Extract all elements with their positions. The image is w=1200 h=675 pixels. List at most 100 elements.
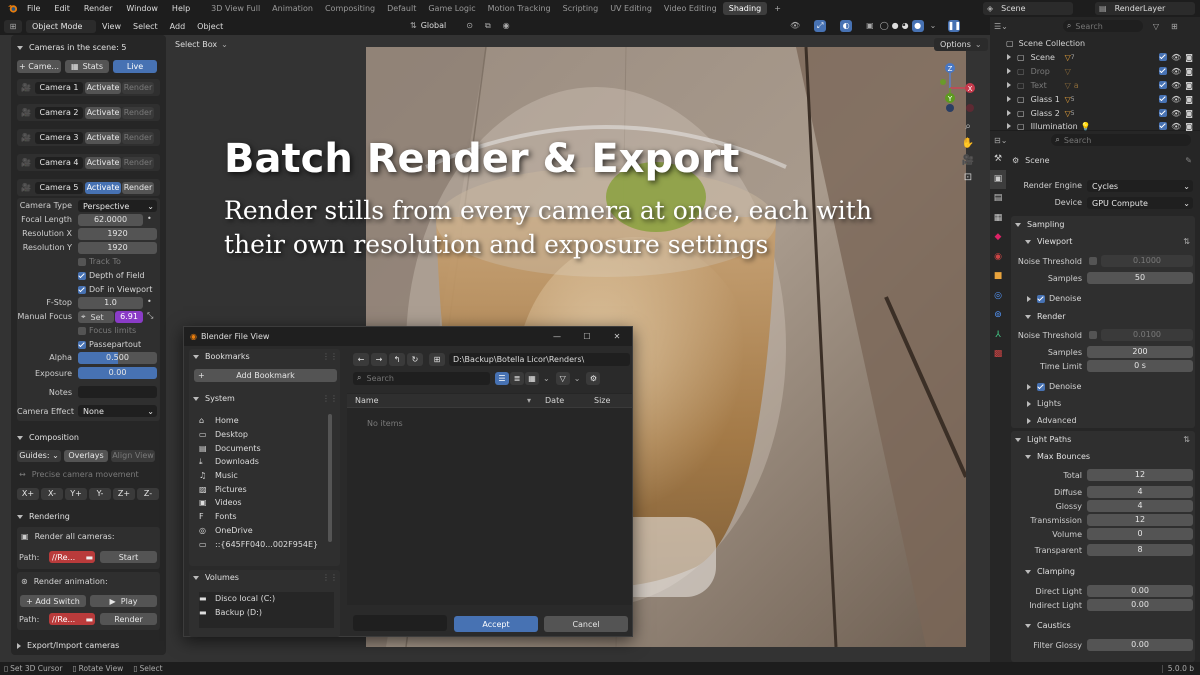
- outliner-search-input[interactable]: [1075, 21, 1136, 31]
- column-size[interactable]: Size: [594, 396, 610, 405]
- tab-video-editing[interactable]: Video Editing: [658, 4, 723, 13]
- search-field[interactable]: ⌕: [353, 371, 490, 385]
- render-engine-dropdown[interactable]: Cycles ⌄: [1087, 180, 1193, 192]
- physics-properties-icon[interactable]: ◎: [990, 287, 1006, 307]
- resolution-y-field[interactable]: 1920: [78, 242, 157, 254]
- parent-directory-icon[interactable]: ↰: [389, 352, 405, 366]
- column-name[interactable]: Name: [355, 396, 527, 405]
- system-scrollbar[interactable]: [328, 414, 332, 542]
- forward-arrow-icon[interactable]: →: [371, 352, 387, 366]
- thumbnail-view-icon[interactable]: ▦: [525, 371, 539, 385]
- filter-icon[interactable]: ▽: [1153, 22, 1159, 31]
- pan-hand-icon[interactable]: ✋: [961, 135, 975, 152]
- visibility-icon[interactable]: 👁: [790, 21, 800, 30]
- properties-search[interactable]: ⌕: [1051, 134, 1192, 146]
- checkbox-checked[interactable]: [1159, 53, 1168, 61]
- bounce-transparent-field[interactable]: 8: [1087, 544, 1193, 556]
- lock-icon[interactable]: ⊡: [961, 169, 975, 186]
- eye-icon[interactable]: 👁: [1171, 53, 1181, 62]
- keyframe-dot-icon[interactable]: •: [147, 214, 152, 223]
- guides-dropdown[interactable]: Guides: ⌄: [17, 449, 61, 462]
- render-camera-button[interactable]: Render: [122, 81, 154, 94]
- eye-icon[interactable]: 👁: [1171, 67, 1181, 76]
- keyframe-dot-icon[interactable]: •: [147, 297, 152, 306]
- maximize-icon[interactable]: ☐: [572, 332, 602, 341]
- list-item[interactable]: ▬ Backup (D:): [199, 606, 334, 620]
- tab-3d-view-full[interactable]: 3D View Full: [205, 4, 266, 13]
- pivot-icon[interactable]: ⊙: [466, 21, 473, 30]
- list-item[interactable]: ♫ Music: [199, 469, 324, 483]
- camera-icon[interactable]: ◙: [1185, 81, 1193, 90]
- set-focus-button[interactable]: ⌖ Set: [78, 311, 114, 323]
- menu-file[interactable]: File: [20, 4, 47, 13]
- outliner-row-collection[interactable]: ▢ Scene Collection: [1003, 36, 1193, 50]
- live-button[interactable]: Live: [113, 60, 157, 73]
- column-date[interactable]: Date: [545, 396, 594, 405]
- chevron-down-icon[interactable]: ⌄: [574, 374, 581, 383]
- render-properties-icon[interactable]: ▣: [990, 169, 1006, 189]
- search-input[interactable]: [366, 373, 477, 383]
- r-denoise-row[interactable]: Denoise: [1027, 382, 1081, 391]
- bounce-glossy-field[interactable]: 4: [1087, 500, 1193, 512]
- world-properties-icon[interactable]: ◉: [990, 248, 1006, 268]
- max-bounces-header[interactable]: Max Bounces: [1025, 449, 1190, 464]
- camera-icon[interactable]: ◙: [1185, 109, 1193, 118]
- activate-camera-button[interactable]: Activate: [85, 106, 121, 119]
- zoom-icon[interactable]: ⌕: [961, 118, 975, 135]
- material-shading-icon[interactable]: ◕: [902, 21, 909, 30]
- list-item[interactable]: ▭ Desktop: [199, 428, 324, 442]
- cameras-panel-header[interactable]: Cameras in the scene: 5: [17, 40, 162, 55]
- axis-y-minus-button[interactable]: Y-: [89, 487, 111, 500]
- bounce-transmission-field[interactable]: 12: [1087, 514, 1193, 526]
- activate-camera-button[interactable]: Activate: [85, 131, 121, 144]
- list-item[interactable]: ▬ Disco local (C:): [199, 592, 334, 606]
- tab-game-logic[interactable]: Game Logic: [422, 4, 481, 13]
- gizmo-toggle[interactable]: ⤢: [814, 19, 827, 32]
- axis-y-plus-button[interactable]: Y+: [65, 487, 87, 500]
- exposure-field[interactable]: 0.00: [78, 367, 157, 379]
- shading-options-icon[interactable]: ⌄: [930, 21, 937, 30]
- checkbox-checked[interactable]: [1037, 382, 1045, 391]
- play-button[interactable]: ▶ Play: [90, 595, 157, 607]
- vp-samples-field[interactable]: 50: [1087, 272, 1193, 284]
- r-noise-threshold-field[interactable]: 0.0100: [1101, 329, 1193, 341]
- axis-z-minus-button[interactable]: Z-: [137, 487, 159, 500]
- render-animation-button[interactable]: Render: [100, 613, 157, 625]
- camera-icon[interactable]: ◙: [1185, 53, 1193, 62]
- composition-header[interactable]: Composition: [17, 430, 162, 445]
- list-item[interactable]: ⤓ Downloads: [199, 455, 324, 469]
- activate-camera-button[interactable]: Activate: [85, 156, 121, 169]
- list-view-icon[interactable]: ☰: [495, 371, 509, 385]
- device-dropdown[interactable]: GPU Compute ⌄: [1087, 197, 1193, 209]
- tab-animation[interactable]: Animation: [266, 4, 319, 13]
- solid-shading-icon[interactable]: ●: [892, 21, 899, 30]
- caustics-header[interactable]: Caustics: [1025, 618, 1190, 633]
- wireframe-shading-icon[interactable]: ◯: [880, 21, 889, 30]
- checkbox-checked[interactable]: [1159, 95, 1168, 103]
- xray-icon[interactable]: ▣: [866, 21, 874, 30]
- render-camera-button[interactable]: Render: [122, 131, 154, 144]
- detail-view-icon[interactable]: ≣: [510, 371, 524, 385]
- tab-uv-editing[interactable]: UV Editing: [604, 4, 658, 13]
- indirect-light-field[interactable]: 0.00: [1087, 599, 1193, 611]
- checkbox-checked[interactable]: [1159, 122, 1168, 130]
- light-paths-header[interactable]: Light Paths ⇅: [1015, 432, 1190, 447]
- track-to-checkbox[interactable]: Track To: [78, 257, 121, 266]
- mode-dropdown[interactable]: Object Mode: [26, 19, 96, 33]
- list-item[interactable]: F Fonts: [199, 510, 324, 524]
- checkbox-checked[interactable]: [1037, 294, 1045, 303]
- dof-checkbox[interactable]: Depth of Field: [78, 271, 145, 280]
- chevron-down-icon[interactable]: ⌄: [543, 374, 550, 383]
- bookmarks-header[interactable]: Bookmarks ⋮⋮: [193, 349, 338, 364]
- scene-properties-icon[interactable]: ◆: [990, 228, 1006, 248]
- drag-handle-icon[interactable]: ⋮⋮: [322, 394, 338, 403]
- view-layer-icon[interactable]: ▦: [990, 209, 1006, 229]
- checkbox-checked[interactable]: [1159, 67, 1168, 75]
- add-workspace-icon[interactable]: +: [767, 4, 788, 13]
- render-path-field[interactable]: //Re... ▬: [49, 551, 95, 563]
- focal-length-field[interactable]: 62.0000: [78, 214, 143, 226]
- lights-subpanel[interactable]: Lights: [1027, 399, 1061, 408]
- presets-icon[interactable]: ⇅: [1183, 435, 1190, 444]
- camera-icon[interactable]: ◙: [1185, 122, 1193, 131]
- system-header[interactable]: System ⋮⋮: [193, 391, 338, 406]
